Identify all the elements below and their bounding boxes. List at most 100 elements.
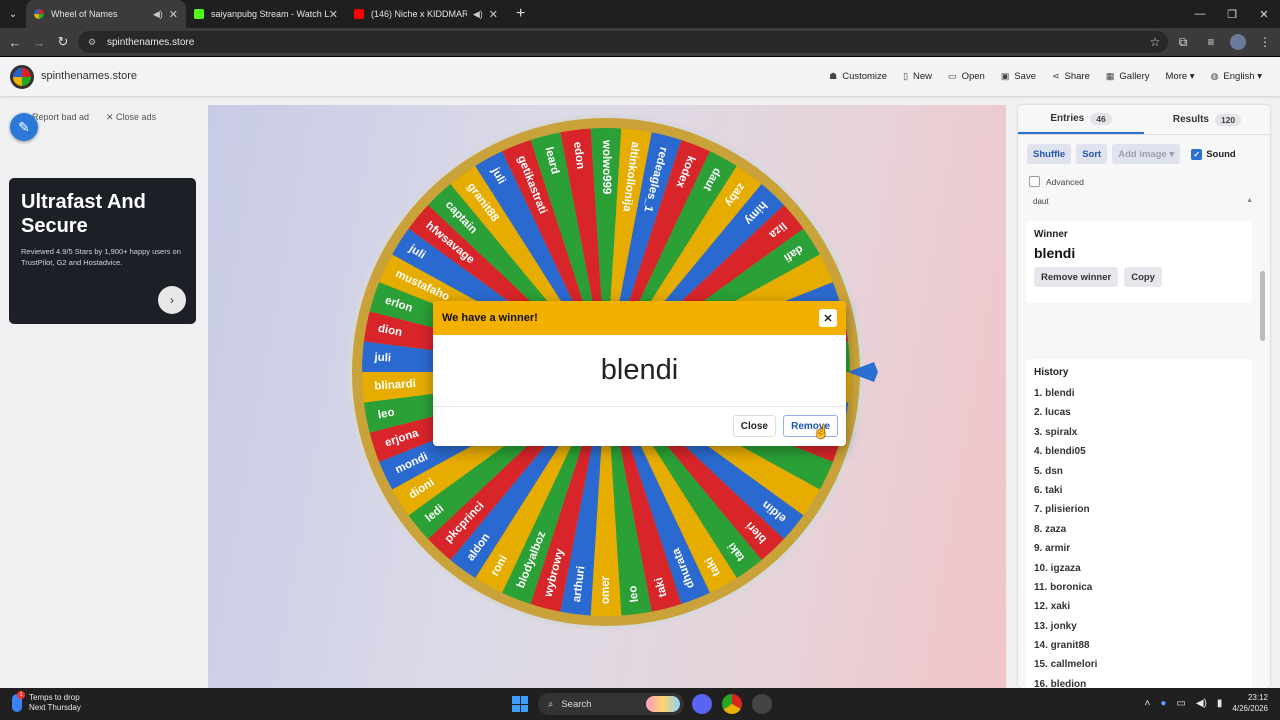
volume-icon[interactable]: ◀): [1196, 698, 1207, 709]
speaker-icon[interactable]: ◀): [473, 9, 483, 20]
wheel-segment-label: leo: [627, 585, 641, 603]
extensions-icon[interactable]: ⧉: [1174, 35, 1192, 50]
shuffle-button[interactable]: Shuffle: [1027, 144, 1072, 164]
browser-tab-2[interactable]: saiyanpubg Stream - Watch Live ✕: [186, 0, 346, 28]
history-item: 16. bledion: [1034, 678, 1087, 688]
speaker-icon[interactable]: ◀): [153, 9, 163, 20]
history-box: History 1. blendi 2. lucas 3. spiralx 4. bl…: [1026, 359, 1252, 688]
menu-item[interactable]: ◍ English ▾: [1211, 71, 1262, 82]
results-count-badge: 120: [1214, 113, 1242, 126]
clock[interactable]: 23:12 4/26/2026: [1232, 692, 1268, 714]
site-header: spinthenames.store ☗ Customize ▯ New ▭ Open ▣ S…: [0, 57, 1280, 96]
close-ads-link[interactable]: ✕ Close ads: [106, 112, 156, 123]
scroll-up-icon[interactable]: ▲: [1246, 197, 1253, 204]
history-item: 9. armir: [1034, 543, 1071, 555]
site-info-icon[interactable]: ⚙: [88, 37, 99, 48]
network-icon[interactable]: ▭: [1176, 698, 1185, 709]
advanced-checkbox[interactable]: [1029, 176, 1040, 187]
browser-tabbar: ⌄ Wheel of Names ◀) ✕ saiyanpubg Stream …: [0, 0, 1280, 28]
bookmark-star-icon[interactable]: ☆: [1146, 35, 1164, 49]
history-item: 3. spiralx: [1034, 426, 1078, 438]
new-tab-icon[interactable]: +: [516, 5, 525, 23]
menu-item[interactable]: ☗ Customize: [829, 71, 887, 82]
menu-item[interactable]: ▭ Open: [948, 71, 985, 82]
dialog-title: We have a winner!: [442, 312, 538, 324]
media-icon[interactable]: ≡: [1202, 35, 1220, 49]
close-window-icon[interactable]: ✕: [1248, 0, 1280, 28]
remove-winner-button[interactable]: Remove winner: [1034, 267, 1119, 287]
palette-icon: ☗: [829, 71, 838, 81]
taskbar-search[interactable]: ⌕ Search: [538, 693, 684, 715]
history-item: 13. jonky: [1034, 620, 1077, 632]
advanced-toggle[interactable]: Advanced: [1029, 176, 1084, 187]
menu-item[interactable]: More ▾: [1166, 71, 1195, 82]
forward-icon[interactable]: →: [27, 35, 51, 50]
wheel-segment-label: omer: [600, 575, 612, 604]
weather-widget[interactable]: 1 Temps to drop Next Thursday: [12, 691, 81, 713]
menu-item[interactable]: ▣ Save: [1001, 71, 1036, 82]
panel-scrollbar[interactable]: [1260, 191, 1266, 681]
clock-date: 4/26/2026: [1232, 704, 1268, 713]
tab-results[interactable]: Results 120: [1144, 105, 1270, 134]
profile-avatar[interactable]: [1230, 34, 1246, 50]
history-item: 11. boronica: [1034, 581, 1093, 593]
ad-heading: Ultrafast And Secure: [21, 191, 146, 237]
edit-pencil-button[interactable]: ✎: [10, 113, 38, 141]
steam-icon[interactable]: [752, 694, 772, 714]
close-tab-icon[interactable]: ✕: [169, 8, 178, 21]
mouse-cursor-icon: ☝: [813, 424, 830, 439]
browser-tab-3[interactable]: (146) Niche x KIDDMARIO ◀) ✕: [346, 0, 506, 28]
start-icon[interactable]: [512, 696, 528, 712]
tab-title: (146) Niche x KIDDMARIO: [371, 9, 467, 19]
menu-item-label: Save: [1014, 71, 1036, 82]
browser-tab-1[interactable]: Wheel of Names ◀) ✕: [26, 0, 186, 28]
reload-icon[interactable]: ↻: [51, 34, 75, 50]
menu-item[interactable]: ⋖ Share: [1052, 71, 1090, 82]
history-item: 6. taki: [1034, 484, 1063, 496]
copy-button[interactable]: Copy: [1124, 267, 1162, 287]
menu-item[interactable]: ▯ New: [903, 71, 932, 82]
panel-tabs: Entries 46 Results 120: [1018, 105, 1270, 135]
scrollbar-thumb[interactable]: [1260, 271, 1265, 341]
close-tab-icon[interactable]: ✕: [329, 8, 338, 21]
tab-entries[interactable]: Entries 46: [1018, 105, 1144, 134]
dialog-close-button[interactable]: Close: [732, 415, 776, 437]
menu-item[interactable]: ▦ Gallery: [1106, 71, 1150, 82]
ad-card[interactable]: Ultrafast And Secure Reviewed 4.9/5 Star…: [9, 178, 196, 324]
mic-icon[interactable]: ●: [1160, 698, 1166, 709]
file-icon: ▯: [903, 71, 909, 81]
address-bar[interactable]: ⚙ spinthenames.store: [78, 31, 1168, 53]
tab-search-icon[interactable]: ⌄: [0, 0, 26, 28]
minimize-icon[interactable]: —: [1184, 0, 1216, 28]
history-item: 15. callmelori: [1034, 659, 1098, 671]
sound-toggle[interactable]: ✓ Sound: [1191, 148, 1236, 160]
sort-button[interactable]: Sort: [1076, 144, 1108, 164]
report-bad-ad-link[interactable]: Report bad ad: [32, 112, 89, 122]
close-ads-label: Close ads: [116, 112, 157, 122]
tray-chevron-icon[interactable]: ˄: [1145, 698, 1151, 709]
add-image-button[interactable]: Add image ▾: [1112, 144, 1181, 164]
history-item: 12. xaki: [1034, 601, 1071, 613]
entries-textarea[interactable]: daut: [1033, 197, 1049, 206]
sound-checkbox[interactable]: ✓: [1191, 148, 1203, 160]
menu-item-label: Share: [1064, 71, 1090, 82]
search-highlight-icon: [646, 696, 680, 712]
folder-icon: ▭: [948, 71, 957, 81]
site-name[interactable]: spinthenames.store: [41, 70, 137, 82]
discord-icon[interactable]: [692, 694, 712, 714]
browser-menu-icon[interactable]: ⋮: [1256, 35, 1274, 49]
site-logo[interactable]: [10, 65, 34, 89]
battery-icon[interactable]: ▮: [1217, 698, 1223, 709]
ad-arrow-button[interactable]: ›: [158, 286, 186, 314]
dialog-close-icon[interactable]: ✕: [819, 309, 837, 327]
back-icon[interactable]: ←: [3, 35, 27, 50]
dialog-remove-button[interactable]: Remove: [783, 415, 838, 437]
url-text: spinthenames.store: [107, 36, 195, 48]
restore-icon[interactable]: ❐: [1216, 0, 1248, 28]
wheel-segment-label: juli: [373, 351, 391, 364]
history-item: 4. blendi05: [1034, 446, 1086, 458]
share-icon: ⋖: [1051, 71, 1060, 81]
tab-entries-label: Entries: [1050, 113, 1085, 124]
close-tab-icon[interactable]: ✕: [489, 8, 498, 21]
chrome-icon[interactable]: [722, 694, 742, 714]
